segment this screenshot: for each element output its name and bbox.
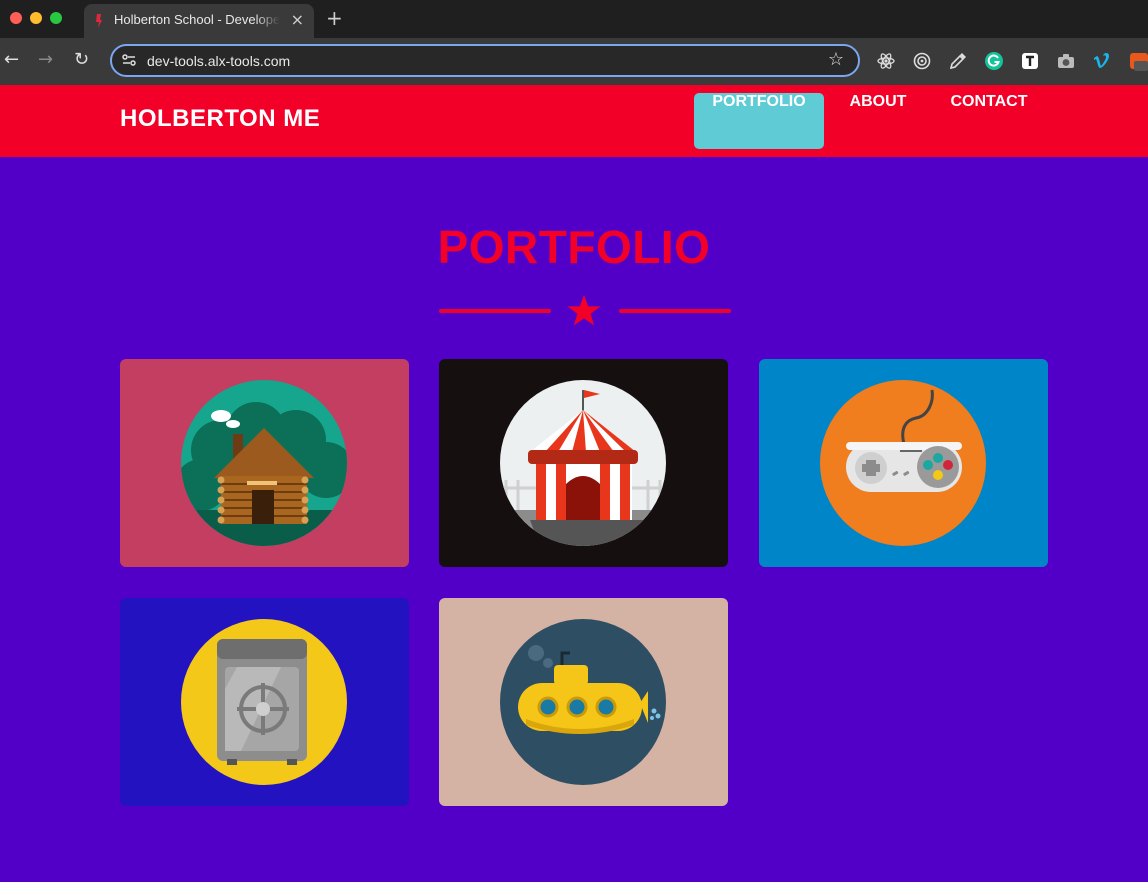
target-extension-icon[interactable] <box>912 51 932 71</box>
site-header: HOLBERTON ME PORTFOLIO ABOUT CONTACT <box>0 85 1148 157</box>
browser-toolbar: ← → ↻ dev-tools.alx-tools.com ☆ <box>0 38 1148 85</box>
camera-icon[interactable] <box>1056 51 1076 71</box>
close-window-button[interactable] <box>10 12 22 24</box>
tab-title: Holberton School - Developer Tools <box>114 12 280 27</box>
vimeo-icon[interactable] <box>1092 51 1112 71</box>
site-brand[interactable]: HOLBERTON ME <box>120 105 320 133</box>
text-extension-icon[interactable] <box>1020 51 1040 71</box>
bookmark-star-icon[interactable]: ☆ <box>828 49 844 70</box>
portfolio-item-cabin[interactable] <box>120 359 409 567</box>
tab-close-icon[interactable]: × <box>291 10 304 30</box>
portfolio-item-submarine[interactable] <box>439 598 728 806</box>
divider-left-line <box>439 309 551 313</box>
reload-icon[interactable]: ↻ <box>74 49 89 71</box>
react-devtools-icon[interactable] <box>876 51 896 71</box>
game-controller-icon <box>820 380 986 546</box>
site-settings-icon[interactable] <box>121 52 137 68</box>
nav-portfolio[interactable]: PORTFOLIO <box>694 93 824 149</box>
forward-icon[interactable]: → <box>38 49 53 71</box>
extension-off-icon[interactable] <box>1128 51 1148 71</box>
portfolio-item-safe[interactable] <box>120 598 409 806</box>
portfolio-item-circus[interactable] <box>439 359 728 567</box>
portfolio-item-game[interactable] <box>759 359 1048 567</box>
safe-icon <box>181 619 347 785</box>
browser-tab[interactable]: Holberton School - Developer Tools × <box>84 4 314 38</box>
grammarly-icon[interactable] <box>984 51 1004 71</box>
circus-tent-icon <box>500 380 666 546</box>
address-bar[interactable]: dev-tools.alx-tools.com ☆ <box>110 44 860 77</box>
divider-right-line <box>619 309 731 313</box>
nav-about[interactable]: ABOUT <box>834 93 922 149</box>
holberton-favicon-icon <box>96 14 102 28</box>
back-icon[interactable]: ← <box>4 49 19 71</box>
color-picker-icon[interactable] <box>948 51 968 71</box>
star-icon <box>567 295 601 326</box>
browser-tab-bar: Holberton School - Developer Tools × + <box>0 0 1148 38</box>
zoom-window-button[interactable] <box>50 12 62 24</box>
nav-contact[interactable]: CONTACT <box>934 93 1044 149</box>
url-text: dev-tools.alx-tools.com <box>147 53 291 69</box>
portfolio-title: PORTFOLIO <box>437 221 711 273</box>
new-tab-icon[interactable]: + <box>326 7 343 29</box>
submarine-icon <box>500 619 666 785</box>
cabin-icon <box>181 380 347 546</box>
minimize-window-button[interactable] <box>30 12 42 24</box>
